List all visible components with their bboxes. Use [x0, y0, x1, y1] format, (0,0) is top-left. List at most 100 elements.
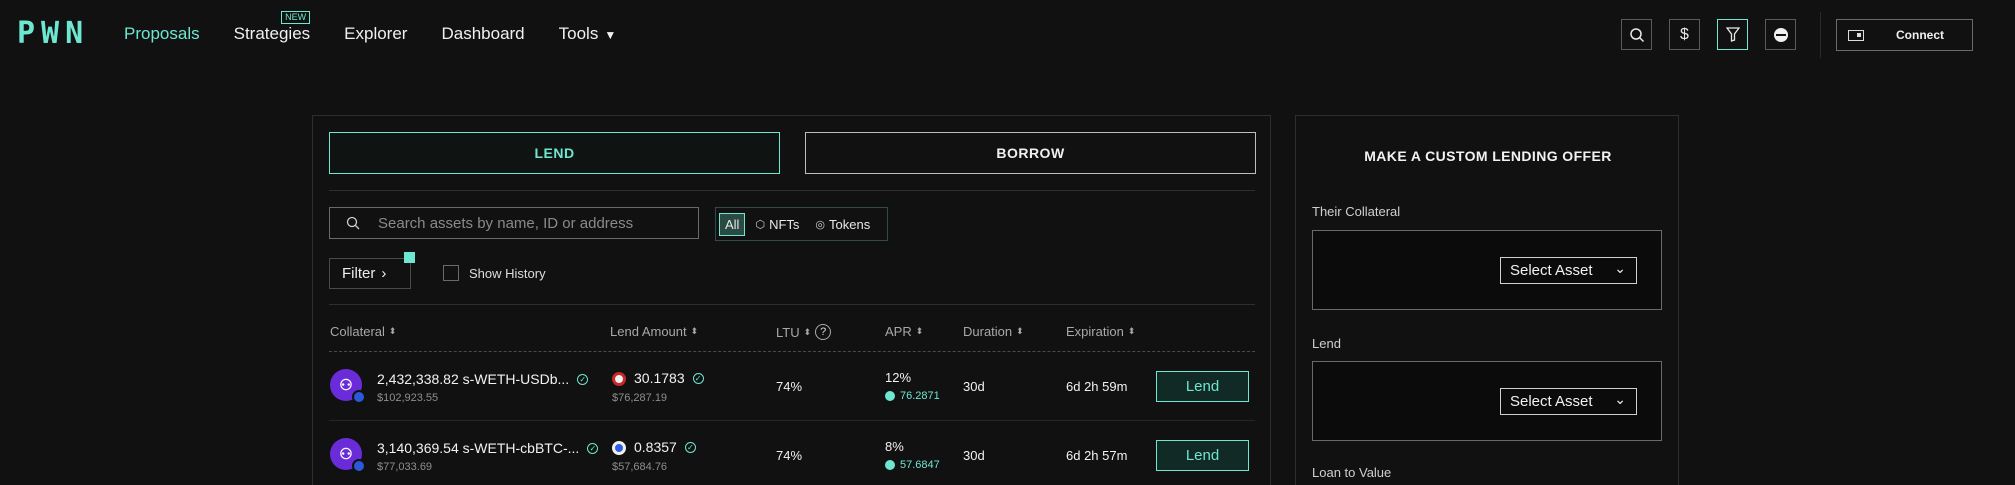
their-collateral-label: Their Collateral: [1312, 204, 1401, 219]
verified-icon: ✓: [577, 373, 589, 385]
lend-select-asset[interactable]: Select Asset ⌄: [1500, 388, 1637, 415]
search-input[interactable]: [378, 214, 678, 232]
connect-wallet-button[interactable]: Connect: [1836, 19, 1973, 51]
apr-interest-text: 57.6847: [900, 459, 940, 471]
nav-strategies-label: Strategies: [233, 24, 311, 43]
network-button[interactable]: [1765, 19, 1796, 50]
verified-icon: ✓: [692, 372, 704, 384]
nav-proposals[interactable]: Proposals: [124, 24, 200, 44]
lend-button[interactable]: Lend: [1156, 371, 1249, 402]
apr-interest: 76.2871: [885, 390, 940, 402]
nav-strategies[interactable]: Strategies NEW: [233, 11, 311, 44]
column-duration-label: Duration: [963, 324, 1013, 339]
lend-asset-box: Select Asset ⌄: [1312, 361, 1662, 441]
collateral-name: 2,432,338.82 s-WETH-USDb... ✓: [377, 371, 589, 387]
chain-icon: [352, 459, 366, 473]
lend-label: Lend: [1312, 336, 1341, 351]
weth-token-icon: [612, 372, 626, 386]
collateral-usd: $77,033.69: [377, 461, 433, 473]
show-history-checkbox[interactable]: [443, 265, 459, 281]
expiration-value: 6d 2h 57m: [1066, 448, 1128, 463]
nav-tools[interactable]: Tools ▼: [559, 24, 617, 44]
nav-explorer[interactable]: Explorer: [344, 24, 407, 44]
duration-value: 30d: [963, 379, 985, 394]
pwn-logo[interactable]: PWN: [17, 16, 89, 51]
help-icon[interactable]: ?: [815, 324, 832, 340]
top-navigation: PWN Proposals Strategies NEW Explorer Da…: [0, 0, 2015, 70]
apr-interest: 57.6847: [885, 459, 940, 471]
divider: [329, 304, 1255, 305]
filter-label: Filter: [342, 265, 376, 282]
asset-search: [329, 207, 699, 239]
nav-dashboard[interactable]: Dashboard: [441, 24, 524, 44]
table-header: Collateral ⬍ Lend Amount ⬍ LTU ⬍? APR ⬍ Dura…: [329, 324, 1255, 344]
segment-nfts[interactable]: ⬡ NFTs: [749, 213, 805, 236]
ltu-value: 74%: [776, 448, 803, 463]
collateral-name-text: 2,432,338.82 s-WETH-USDb...: [377, 371, 570, 387]
filter-toggle-button[interactable]: [1717, 19, 1748, 50]
column-expiration[interactable]: Expiration ⬍: [1066, 324, 1135, 339]
tab-borrow[interactable]: BORROW: [805, 132, 1256, 174]
sort-icon: ⬍: [388, 326, 397, 336]
column-lend-amount[interactable]: Lend Amount ⬍: [610, 324, 698, 339]
chain-icon: [352, 390, 366, 404]
toolbar-divider: [1820, 12, 1821, 58]
proposals-panel: LEND BORROW All ⬡NFTs ◎Tokens Filter › S…: [312, 115, 1271, 485]
lend-amount-usd: $76,287.19: [612, 392, 668, 404]
wallet-icon: [1848, 29, 1864, 41]
ltu-value: 74%: [776, 379, 803, 394]
currency-button[interactable]: $: [1669, 19, 1700, 50]
column-collateral-label: Collateral: [330, 324, 385, 339]
panel-title: MAKE A CUSTOM LENDING OFFER: [1364, 148, 1612, 164]
caret-down-icon: ▼: [604, 28, 617, 42]
funnel-icon: [1725, 27, 1740, 42]
sort-icon: ⬍: [915, 326, 924, 336]
segment-all[interactable]: All: [719, 212, 746, 236]
main-nav: Proposals Strategies NEW Explorer Dashbo…: [124, 11, 650, 44]
filter-indicator: [404, 252, 415, 263]
collateral-name-text: 3,140,369.54 s-WETH-cbBTC-...: [377, 440, 580, 456]
segment-tokens-label: Tokens: [829, 216, 871, 232]
column-collateral[interactable]: Collateral ⬍: [330, 324, 396, 339]
chevron-down-icon: ⌄: [1614, 391, 1626, 407]
column-duration[interactable]: Duration ⬍: [963, 324, 1024, 339]
table-row[interactable]: ⚇ 2,432,338.82 s-WETH-USDb... ✓ $102,923.…: [329, 352, 1255, 420]
search-button[interactable]: [1621, 19, 1652, 50]
tab-lend[interactable]: LEND: [329, 132, 780, 174]
asset-type-filter: All ⬡ NFTs ◎ Tokens: [715, 207, 888, 241]
collateral-token-avatar: ⚇: [330, 438, 366, 473]
search-icon: [1629, 27, 1644, 42]
search-icon: [346, 216, 360, 230]
expiration-value: 6d 2h 59m: [1066, 379, 1128, 394]
coin-icon: ◎: [815, 218, 826, 231]
lend-amount-usd: $57,684.76: [612, 461, 668, 473]
show-history-toggle[interactable]: Show History: [443, 265, 546, 281]
collateral-select-asset[interactable]: Select Asset ⌄: [1500, 257, 1637, 284]
column-ltu-label: LTU: [776, 324, 800, 340]
connect-label: Connect: [1896, 28, 1944, 42]
cube-icon: ⬡: [755, 218, 766, 231]
column-lend-amount-label: Lend Amount: [610, 324, 687, 339]
duration-value: 30d: [963, 448, 985, 463]
show-history-label: Show History: [469, 265, 546, 281]
select-asset-label: Select Asset: [1510, 393, 1593, 410]
column-ltu[interactable]: LTU ⬍?: [776, 324, 832, 340]
custom-offer-panel: MAKE A CUSTOM LENDING OFFER Their Collat…: [1295, 115, 1679, 485]
table-row[interactable]: ⚇ 3,140,369.54 s-WETH-cbBTC-... ✓ $77,033…: [329, 421, 1255, 485]
segment-nfts-label: NFTs: [769, 216, 800, 232]
column-apr-label: APR: [885, 324, 912, 339]
column-apr[interactable]: APR ⬍: [885, 324, 923, 339]
cbbtc-token-icon: [612, 441, 626, 455]
collateral-name: 3,140,369.54 s-WETH-cbBTC-... ✓: [377, 440, 599, 456]
verified-icon: ✓: [684, 441, 696, 453]
verified-icon: ✓: [587, 442, 599, 454]
loan-to-value-label: Loan to Value: [1312, 465, 1392, 480]
filter-button[interactable]: Filter ›: [329, 252, 415, 289]
segment-tokens[interactable]: ◎ Tokens: [809, 213, 876, 236]
lend-amount: 0.8357 ✓: [634, 439, 696, 455]
lend-amount: 30.1783 ✓: [634, 370, 704, 386]
divider: [329, 190, 1255, 191]
toolbar-icons: $: [1621, 19, 1813, 50]
lend-button[interactable]: Lend: [1156, 440, 1249, 471]
dollar-icon: $: [1680, 25, 1689, 43]
